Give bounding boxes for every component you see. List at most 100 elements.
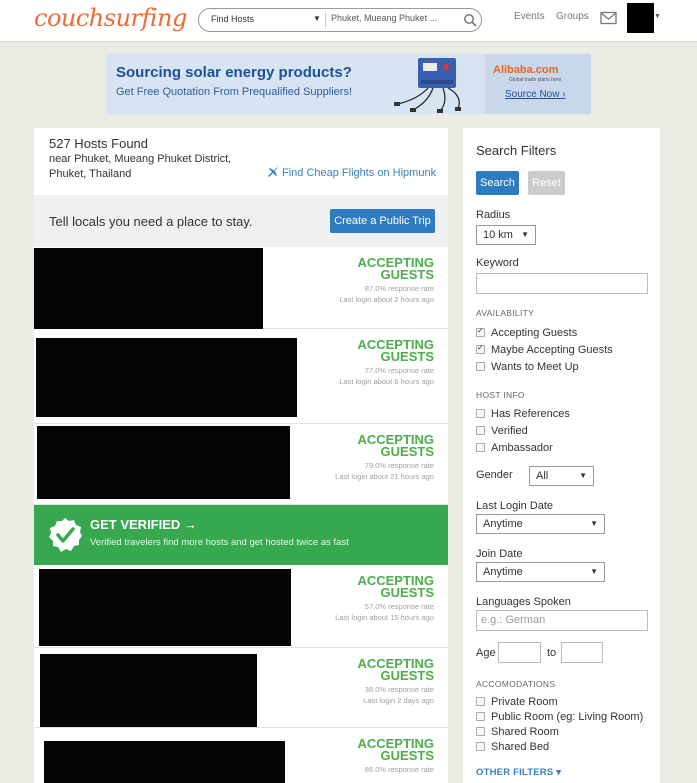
hipmunk-link-text[interactable]: Find Cheap Flights on Hipmunk [282, 167, 436, 179]
host-meta: 79.0% response rate Last login about 21 h… [324, 460, 434, 482]
shared-bed-checkbox[interactable] [476, 742, 485, 751]
host-response-rate: 79.0% response rate [364, 461, 434, 470]
age-min-input[interactable] [498, 642, 541, 663]
public-room-label[interactable]: Public Room (eg: Living Room) [491, 711, 643, 723]
wants-to-meet-checkbox[interactable] [476, 362, 485, 371]
shared-bed-label[interactable]: Shared Bed [491, 741, 549, 753]
chevron-down-icon: ▼ [579, 471, 587, 480]
host-meta: 38.0% response rate Last login 2 days ago [324, 684, 434, 706]
filters-title: Search Filters [476, 143, 557, 158]
ad-subline: Get Free Quotation From Prequalified Sup… [116, 86, 353, 98]
host-card[interactable]: ACCEPTING GUESTS 86.0% response rate [34, 728, 448, 783]
public-trip-prompt: Tell locals you need a place to stay. Cr… [34, 195, 448, 247]
host-photo-redacted[interactable] [34, 248, 263, 329]
host-photo-redacted[interactable] [36, 338, 297, 417]
host-status: ACCEPTING GUESTS [357, 736, 434, 763]
join-date-select[interactable]: Anytime ▼ [476, 562, 605, 582]
location-search-bar[interactable]: Find Hosts ▼ Phuket, Mueang Phuket ... [198, 8, 482, 32]
gender-label: Gender [476, 469, 513, 481]
results-count: 527 Hosts Found [49, 136, 149, 151]
host-meta: 86.0% response rate [324, 764, 434, 775]
results-location: near Phuket, Mueang Phuket District, Phu… [49, 153, 232, 180]
private-room-label[interactable]: Private Room [491, 696, 558, 708]
get-verified-banner[interactable]: GET VERIFIED → Verified travelers find m… [34, 505, 448, 565]
host-photo-redacted[interactable] [37, 426, 290, 499]
radius-value: 10 km [483, 229, 513, 241]
shared-room-checkbox[interactable] [476, 727, 485, 736]
has-references-checkbox[interactable] [476, 409, 485, 418]
verified-label[interactable]: Verified [491, 425, 528, 437]
couchsurfing-logo[interactable]: couchsurfing [34, 4, 187, 32]
host-response-rate: 87.0% response rate [364, 284, 434, 293]
accepting-guests-checkbox[interactable] [476, 326, 485, 337]
search-icon[interactable] [463, 13, 477, 27]
other-filters-link[interactable]: OTHER FILTERS ▾ [476, 767, 561, 778]
host-photo-redacted[interactable] [39, 569, 291, 646]
nav-groups-link[interactable]: Groups [556, 11, 589, 22]
keyword-input[interactable] [476, 273, 648, 294]
ad-banner[interactable]: Sourcing solar energy products? Get Free… [106, 54, 591, 114]
languages-label: Languages Spoken [476, 596, 571, 608]
ambassador-checkbox[interactable] [476, 443, 485, 452]
gender-value: All [536, 470, 549, 482]
host-response-rate: 57.0% response rate [364, 602, 434, 611]
shared-room-label[interactable]: Shared Room [491, 726, 559, 738]
search-mode-select[interactable]: Find Hosts [211, 14, 254, 24]
radius-select[interactable]: 10 km ▼ [476, 225, 536, 245]
maybe-accepting-label[interactable]: Maybe Accepting Guests [491, 344, 613, 356]
public-room-checkbox[interactable] [476, 712, 485, 721]
host-last-login: Last login about 21 hours ago [335, 472, 434, 481]
host-card[interactable]: ACCEPTING GUESTS 77.0% response rate Last… [34, 329, 448, 424]
host-card[interactable]: ACCEPTING GUESTS 38.0% response rate Last… [34, 648, 448, 728]
reset-button[interactable]: Reset [528, 171, 565, 195]
verified-badge-icon [49, 518, 82, 552]
radius-label: Radius [476, 209, 511, 221]
host-photo-redacted[interactable] [44, 741, 285, 783]
host-last-login: Last login about 15 hours ago [335, 613, 434, 622]
host-response-rate: 38.0% response rate [364, 685, 434, 694]
host-card[interactable]: ACCEPTING GUESTS 57.0% response rate Last… [34, 565, 448, 648]
host-photo-redacted[interactable] [40, 654, 257, 727]
last-login-value: Anytime [483, 518, 523, 530]
search-location-input[interactable]: Phuket, Mueang Phuket ... [331, 13, 437, 23]
search-button[interactable]: Search [476, 171, 519, 195]
last-login-select[interactable]: Anytime ▼ [476, 514, 605, 534]
chevron-down-icon[interactable]: ▼ [313, 14, 321, 23]
join-date-value: Anytime [483, 566, 523, 578]
alibaba-brand: Alibaba.com [493, 64, 559, 76]
host-status: ACCEPTING GUESTS [357, 573, 434, 600]
create-public-trip-button[interactable]: Create a Public Trip [330, 209, 435, 233]
mail-icon[interactable] [600, 11, 617, 25]
maybe-accepting-checkbox[interactable] [476, 343, 485, 354]
gender-select[interactable]: All ▼ [529, 466, 594, 486]
user-avatar[interactable] [627, 3, 654, 33]
chevron-down-icon: ▼ [521, 230, 529, 239]
host-response-rate: 77.0% response rate [364, 366, 434, 375]
top-header: couchsurfing Find Hosts ▼ Phuket, Mueang… [0, 0, 697, 42]
private-room-checkbox[interactable] [476, 697, 485, 706]
host-response-rate: 86.0% response rate [364, 765, 434, 774]
host-status: ACCEPTING GUESTS [357, 255, 434, 282]
host-card[interactable]: ACCEPTING GUESTS 87.0% response rate Last… [34, 247, 448, 329]
wants-to-meet-label[interactable]: Wants to Meet Up [491, 361, 579, 373]
ad-source-now-link[interactable]: Source Now › [505, 89, 566, 100]
host-meta: 57.0% response rate Last login about 15 h… [324, 601, 434, 623]
hipmunk-flights-link[interactable]: Find Cheap Flights on Hipmunk [267, 166, 436, 179]
join-date-label: Join Date [476, 548, 523, 560]
get-verified-title[interactable]: GET VERIFIED → [90, 517, 197, 532]
languages-input[interactable]: e.g.: German [476, 610, 648, 631]
chevron-down-icon: ▼ [590, 567, 598, 576]
get-verified-subtitle: Verified travelers find more hosts and g… [90, 537, 349, 548]
accepting-guests-label[interactable]: Accepting Guests [491, 327, 577, 339]
verified-checkbox[interactable] [476, 426, 485, 435]
ambassador-label[interactable]: Ambassador [491, 442, 553, 454]
host-card[interactable]: ACCEPTING GUESTS 79.0% response rate Last… [34, 424, 448, 505]
search-filters-panel: Search Filters Search Reset Radius 10 km… [463, 128, 660, 783]
nav-events-link[interactable]: Events [514, 11, 545, 22]
ad-headline: Sourcing solar energy products? [116, 64, 352, 81]
age-max-input[interactable] [561, 642, 603, 663]
chevron-down-icon[interactable]: ▼ [654, 13, 661, 20]
alibaba-logo-box[interactable]: Alibaba.com Global trade starts here. So… [485, 54, 591, 114]
has-references-label[interactable]: Has References [491, 408, 570, 420]
airplane-icon [268, 167, 278, 177]
